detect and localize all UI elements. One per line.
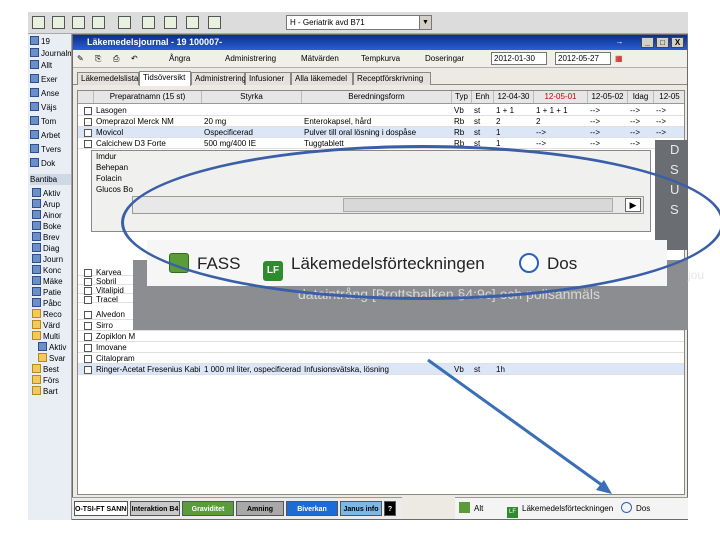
lf-small-icon: LF — [507, 507, 518, 518]
bottom-tab[interactable]: Interaktion B4 — [130, 501, 180, 516]
dos-small-link[interactable]: Dos — [621, 502, 650, 516]
bottom-tab[interactable]: Amning — [236, 501, 284, 516]
lf-small-link[interactable]: LF Läkemedelsförteckningen — [507, 502, 614, 518]
fass-small-label: Alt — [474, 504, 484, 513]
bottom-tab[interactable]: Janus info — [340, 501, 382, 516]
callout-arrow — [427, 358, 612, 494]
bottom-tab[interactable]: O-TSI-FT SANNOS — [74, 501, 128, 516]
bottom-tab[interactable]: ? — [384, 501, 396, 516]
lf-small-label: Läkemedelsförteckningen — [522, 504, 614, 513]
bottom-tab[interactable]: Biverkan — [286, 501, 338, 516]
dos-small-label: Dos — [636, 504, 651, 513]
bottom-tab[interactable]: Graviditet — [182, 501, 234, 516]
bottom-link-bar: Alt LF Läkemedelsförteckningen Dos — [455, 497, 688, 519]
dos-small-icon — [621, 502, 632, 513]
fass-small-icon — [459, 502, 470, 513]
fass-small-link[interactable]: Alt — [459, 502, 483, 516]
bottom-info-tabs: O-TSI-FT SANNOSInteraktion B4GraviditetA… — [72, 497, 402, 519]
